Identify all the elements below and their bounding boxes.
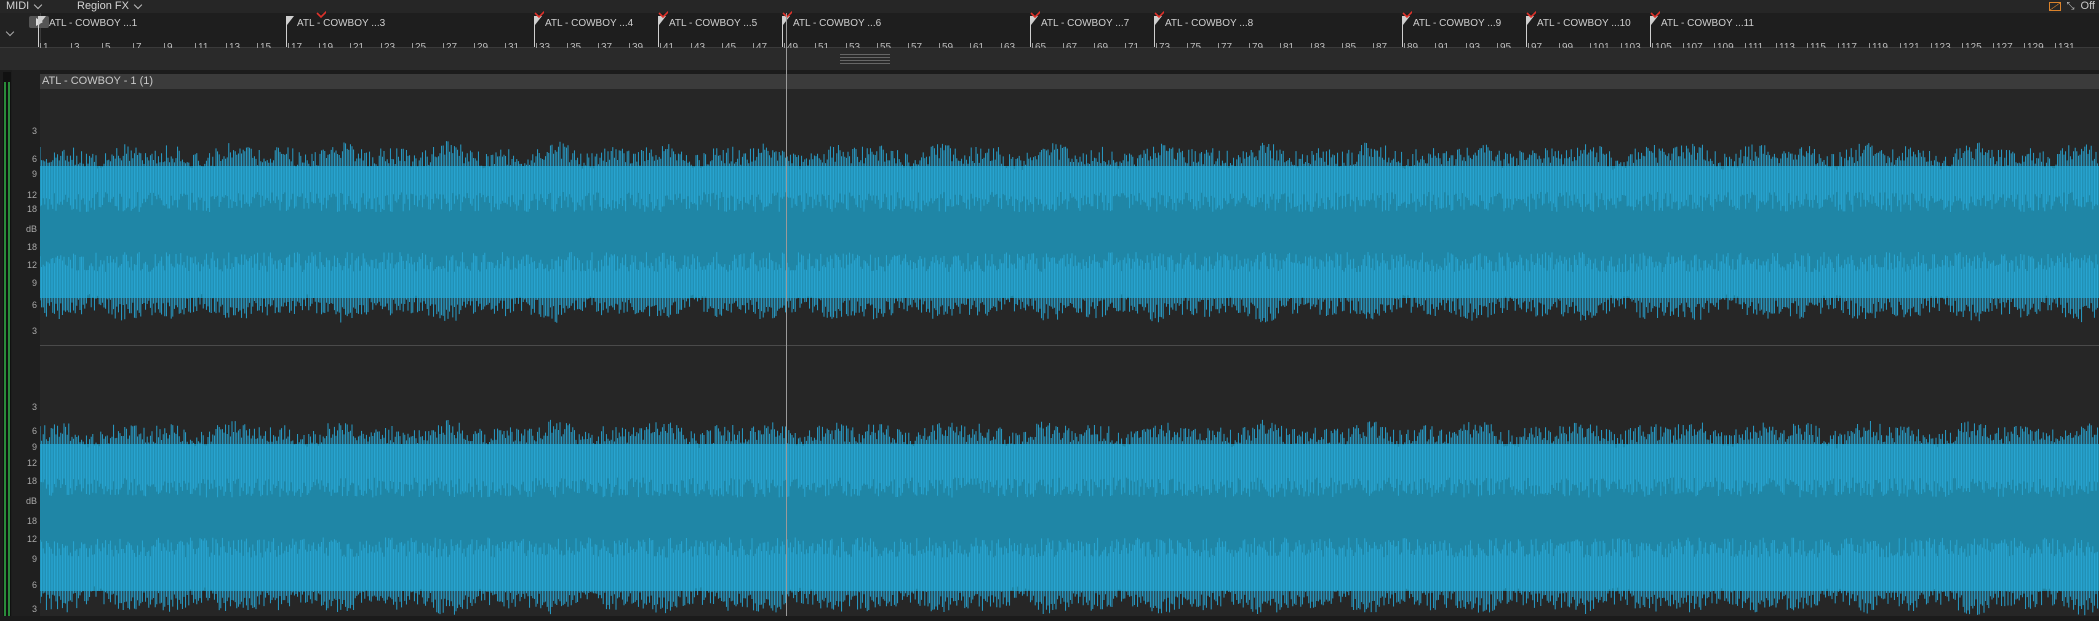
db-label: 3 (31, 126, 37, 136)
region-fx-label: Region FX (77, 0, 129, 12)
db-label: 18 (26, 516, 37, 526)
db-label: 12 (26, 260, 37, 270)
midi-menu-label: MIDI (6, 0, 30, 12)
red-check-icon (1650, 10, 1660, 19)
db-label: 9 (31, 554, 37, 564)
db-label: 18 (26, 242, 37, 252)
marker-label: ATL - COWBOY ...5 (669, 18, 758, 29)
db-label: dB (25, 224, 37, 234)
meter-bar-right (8, 82, 10, 616)
db-label: 6 (31, 580, 37, 590)
red-check-icon (534, 10, 544, 19)
red-check-icon (1030, 10, 1040, 19)
db-label: 3 (31, 402, 37, 412)
red-check-icon (1402, 10, 1412, 19)
midi-menu[interactable]: MIDI (6, 0, 43, 13)
waveform-channel-left (39, 141, 2099, 323)
db-label: 9 (31, 442, 37, 452)
red-check-icon (1526, 10, 1536, 19)
toolbar-right: ⤡ Off (2048, 0, 2095, 13)
db-label: 9 (31, 278, 37, 288)
db-label: 18 (26, 476, 37, 486)
marker-label: ATL - COWBOY ...6 (793, 18, 882, 29)
marker-label: ATL - COWBOY ...3 (297, 18, 386, 29)
bar-ruler[interactable]: 1357911131517192123252729313335373941434… (40, 29, 2099, 63)
pane-splitter[interactable] (0, 48, 2099, 71)
marker-label: ATL - COWBOY ...11 (1661, 18, 1754, 29)
marker-label: ATL - COWBOY ...4 (545, 18, 634, 29)
db-label: 12 (26, 534, 37, 544)
level-meter (3, 72, 11, 616)
db-scale: 3 6 9 12 18 dB 18 12 9 6 3 3 6 9 12 18 dB 18 12 9 6 3 (12, 70, 40, 616)
meter-bar-left (4, 82, 6, 616)
red-check-icon (1154, 10, 1164, 19)
marker-label: ATL - COWBOY ...10 (1537, 18, 1631, 29)
marker-label: ATL - COWBOY ...8 (1165, 18, 1254, 29)
playhead[interactable] (786, 13, 787, 616)
waveform-area[interactable] (39, 89, 2099, 616)
marker-label: ATL - COWBOY ...9 (1413, 18, 1502, 29)
fit-icon[interactable]: ⤡ (2067, 0, 2075, 13)
db-label: 6 (31, 154, 37, 164)
marker-flag-icon (287, 16, 294, 25)
waveform-channel-right (39, 419, 2099, 616)
chevron-down-icon (33, 0, 43, 10)
channel-divider (40, 345, 2099, 346)
arrangement-marker[interactable]: ATL - COWBOY ...1 (38, 16, 137, 47)
db-label: 12 (26, 458, 37, 468)
marker-flag-icon (39, 16, 46, 25)
waveform (39, 141, 2099, 616)
audio-editor: 3 6 9 12 18 dB 18 12 9 6 3 3 6 9 12 18 dB 18 12 9 6 3 ATL - C… (0, 70, 2099, 616)
db-label: 9 (31, 169, 37, 179)
db-label: 3 (31, 326, 37, 336)
db-label: 18 (26, 204, 37, 214)
red-check-icon (782, 10, 792, 19)
db-label: 6 (31, 426, 37, 436)
marker-label: ATL - COWBOY ...7 (1041, 18, 1130, 29)
chevron-down-icon[interactable] (5, 27, 15, 37)
region-title: ATL - COWBOY - 1 (1) (42, 75, 154, 87)
db-label: dB (25, 496, 37, 506)
db-label: 3 (31, 604, 37, 614)
red-check-icon (658, 10, 668, 19)
timeline-ruler[interactable]: ATL - COWBOY ...1 ATL - COWBOY ...3 ATL - … (0, 10, 2099, 63)
region-header[interactable]: ATL - COWBOY - 1 (1) (40, 74, 2099, 89)
marker-flag-icon[interactable] (2048, 2, 2061, 11)
db-label: 6 (31, 300, 37, 310)
db-label: 12 (26, 190, 37, 200)
region-fx-menu[interactable]: Region FX (77, 0, 143, 13)
red-check-icon (316, 10, 326, 19)
snap-value[interactable]: Off (2081, 0, 2095, 13)
marker-label: ATL - COWBOY ...1 (49, 18, 138, 29)
chevron-down-icon (133, 0, 143, 10)
top-toolbar: MIDI Region FX ⤡ Off (0, 0, 2099, 13)
splitter-grip-icon[interactable] (840, 54, 890, 64)
